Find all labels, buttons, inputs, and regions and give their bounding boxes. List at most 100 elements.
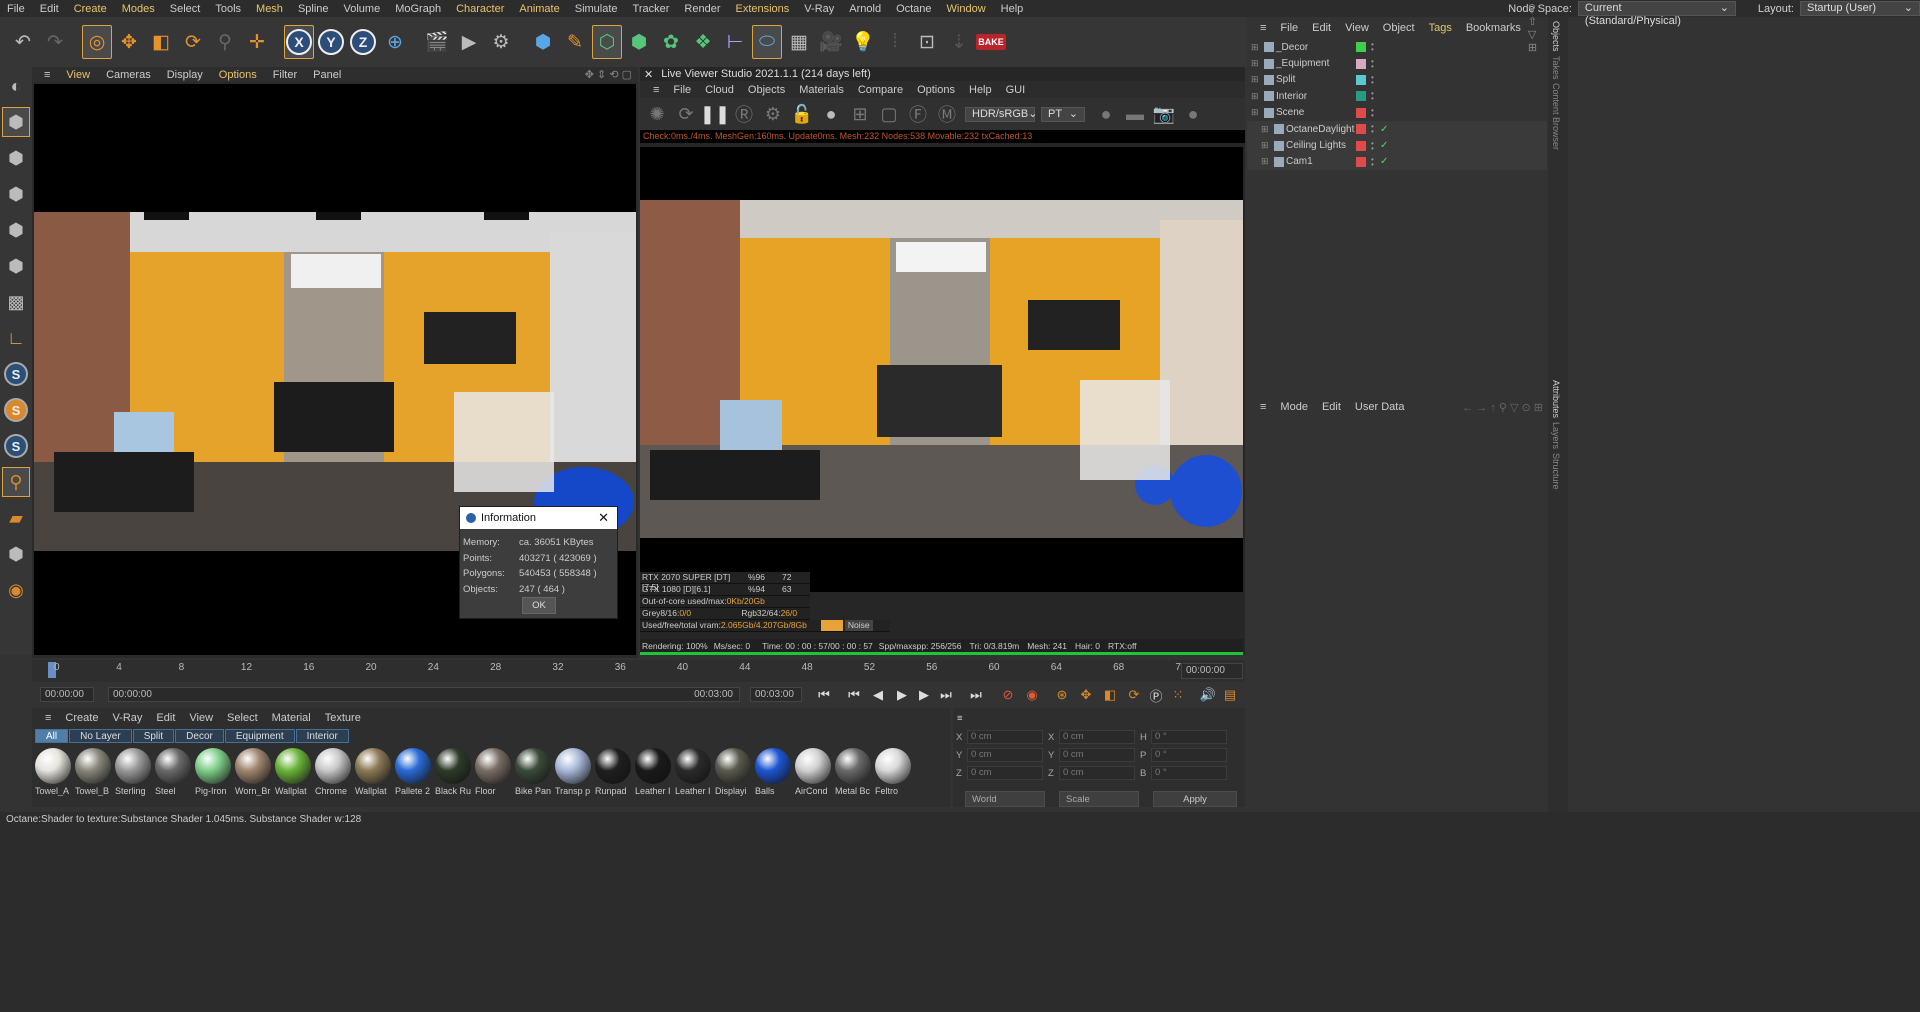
mm-menu-vray[interactable]: V-Ray (105, 712, 149, 724)
polygons-mode-icon[interactable]: ⬢ (2, 251, 30, 281)
coordinate-value[interactable]: 0 ° (1151, 748, 1227, 762)
material-item[interactable]: Black Ru (435, 748, 473, 796)
scale-dropdown[interactable]: Scale (1059, 791, 1139, 807)
attr-menu-edit[interactable]: Edit (1315, 401, 1348, 413)
menu-vray[interactable]: V-Ray (797, 3, 842, 15)
object-name[interactable]: Cam1 (1286, 156, 1313, 167)
coordinate-field[interactable]: X 0 cm (1045, 730, 1137, 744)
material-item[interactable]: Leather I (635, 748, 673, 796)
visibility-dots-icon[interactable]: • • (1371, 73, 1374, 86)
live-viewer-render[interactable] (640, 147, 1243, 592)
close-icon[interactable]: ✕ (644, 68, 653, 81)
layer-color-swatch[interactable] (1356, 42, 1366, 53)
material-item[interactable]: Bike Pan (515, 748, 553, 796)
hamburger-icon[interactable]: ≡ (1253, 22, 1273, 34)
material-item[interactable]: Towel_A (35, 748, 73, 796)
layer-tab-all[interactable]: All (35, 729, 69, 743)
render-settings-icon[interactable]: ⚙ (486, 25, 516, 59)
coordinate-value[interactable]: 0 cm (967, 748, 1043, 762)
om-menu-tags[interactable]: Tags (1422, 22, 1459, 34)
menu-modes[interactable]: Modes (115, 3, 163, 15)
viewport-menu-cameras[interactable]: Cameras (98, 69, 159, 81)
menu-window[interactable]: Window (940, 3, 994, 15)
menu-arnold[interactable]: Arnold (842, 3, 889, 15)
tab-takes[interactable]: Takes (1551, 56, 1561, 80)
lv-menu-materials[interactable]: Materials (792, 84, 851, 96)
layer-color-swatch[interactable] (1356, 156, 1366, 167)
rect-icon[interactable]: ▬ (1122, 101, 1148, 127)
light-icon[interactable]: 💡 (848, 25, 878, 59)
restart-render-icon[interactable]: ⟳ (673, 101, 699, 127)
max-time-field[interactable]: 00:03:00 (750, 687, 802, 702)
layer-color-swatch[interactable] (1356, 74, 1366, 85)
coordinate-field[interactable]: Z 0 cm (1045, 766, 1137, 780)
arrow-down-icon[interactable]: ⇣ (944, 25, 974, 59)
layer-tab-equipment[interactable]: Equipment (224, 729, 295, 743)
make-editable-icon[interactable]: ◐ (2, 71, 30, 101)
object-row[interactable]: ⊞ _Equipment • • (1247, 55, 1547, 71)
hamburger-icon[interactable]: ≡ (646, 84, 666, 96)
material-item[interactable]: Chrome (315, 748, 353, 796)
layer-tab-no-layer[interactable]: No Layer (69, 729, 132, 743)
visibility-dots-icon[interactable]: • • (1371, 41, 1374, 54)
edges-mode-icon[interactable]: ⬢ (2, 215, 30, 245)
object-name[interactable]: _Decor (1276, 42, 1308, 53)
material-item[interactable]: Towel_B (75, 748, 113, 796)
bake-button[interactable]: BAKE (976, 25, 1006, 59)
world-axis-icon[interactable]: ✛ (242, 25, 272, 59)
material-item[interactable]: Wallplat (275, 748, 313, 796)
send-scene-icon[interactable]: ✺ (644, 101, 670, 127)
attr-menu-user-data[interactable]: User Data (1348, 401, 1412, 413)
expand-icon[interactable]: ⊞ (1261, 156, 1269, 167)
viewport-menu-filter[interactable]: Filter (265, 69, 305, 81)
noise-button[interactable]: Noise (844, 620, 873, 631)
focus-picker-icon[interactable]: Ⓕ (905, 101, 931, 127)
cloner-icon[interactable]: ✿ (656, 25, 686, 59)
pause-icon[interactable]: ❚❚ (700, 101, 730, 127)
lv-menu-objects[interactable]: Objects (741, 84, 792, 96)
viewport-navigation-icons[interactable]: ✥ ⇕ ⟲ ▢ (585, 68, 632, 81)
record-keys-icon[interactable]: ⊘ (998, 685, 1018, 705)
enabled-check-icon[interactable]: ✓ (1380, 124, 1388, 135)
add-material-icon[interactable]: ⊞ (847, 101, 873, 127)
material-item[interactable]: Balls (755, 748, 793, 796)
expand-icon[interactable]: ⊞ (1251, 58, 1259, 69)
menu-create[interactable]: Create (67, 3, 115, 15)
workplane-snap-icon[interactable]: S (2, 431, 30, 461)
mm-menu-texture[interactable]: Texture (318, 712, 368, 724)
tweak-icon[interactable]: ◉ (2, 575, 30, 605)
play-icon[interactable]: ▶ (892, 685, 912, 705)
lv-menu-cloud[interactable]: Cloud (698, 84, 741, 96)
main-pass-swatch[interactable] (820, 620, 843, 631)
previous-frame-icon[interactable]: ◀ (868, 685, 888, 705)
visibility-dots-icon[interactable]: • • (1371, 57, 1374, 70)
menu-tracker[interactable]: Tracker (626, 3, 678, 15)
snapshot-icon[interactable]: 📷 (1151, 101, 1177, 127)
coordinate-field[interactable]: H 0 ° (1137, 730, 1229, 744)
hamburger-icon[interactable]: ≡ (1253, 401, 1273, 413)
hamburger-icon[interactable]: ≡ (953, 713, 963, 724)
coordinate-system-icon[interactable]: ⊕ (380, 25, 410, 59)
object-name[interactable]: _Equipment (1276, 58, 1329, 69)
menu-mograph[interactable]: MoGraph (388, 3, 449, 15)
ok-button[interactable]: OK (522, 597, 556, 614)
coordinate-field[interactable]: Y 0 cm (1045, 748, 1137, 762)
workplane-icon[interactable]: ▰ (2, 503, 30, 533)
coordinate-value[interactable]: 0 cm (967, 766, 1043, 780)
floor-icon[interactable]: ▦ (784, 25, 814, 59)
camera-icon[interactable]: 🎥 (816, 25, 846, 59)
lv-menu-options[interactable]: Options (910, 84, 962, 96)
z-axis-lock-icon[interactable]: Z (348, 25, 378, 59)
tag-icon[interactable]: ⁞ (880, 25, 910, 59)
layer-color-swatch[interactable] (1356, 91, 1366, 102)
scale-icon[interactable]: ◧ (146, 25, 176, 59)
om-menu-view[interactable]: View (1338, 22, 1376, 34)
coordinate-field[interactable]: Z 0 cm (953, 766, 1045, 780)
mograph-icon[interactable]: ❖ (688, 25, 718, 59)
material-item[interactable]: Pallete 2 (395, 748, 433, 796)
om-menu-edit[interactable]: Edit (1305, 22, 1338, 34)
layer-color-swatch[interactable] (1356, 107, 1366, 118)
enabled-check-icon[interactable]: ✓ (1380, 156, 1388, 167)
recent-tool-icon[interactable]: ⚲ (210, 25, 240, 59)
menu-select[interactable]: Select (163, 3, 209, 15)
